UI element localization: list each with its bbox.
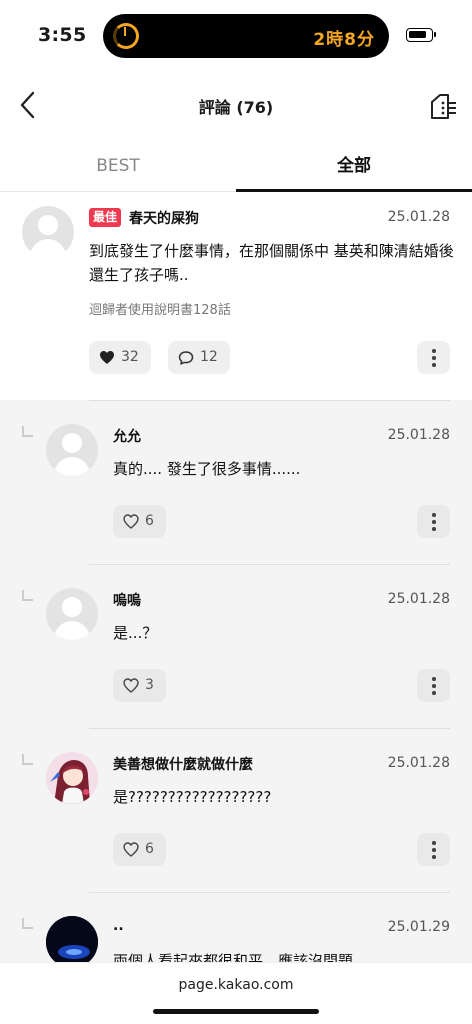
reply-item: .. 25.01.29 兩個人看起來都很和平，應該沒問題 <box>0 892 472 962</box>
divider <box>89 564 450 565</box>
episode-label[interactable]: 迴歸者使用說明書128話 <box>89 299 231 318</box>
avatar[interactable] <box>46 588 98 640</box>
reply-indicator-icon <box>22 754 33 765</box>
divider <box>89 728 450 729</box>
comment-tabs: BEST 全部 <box>0 144 472 192</box>
url-text: page.kakao.com <box>178 977 294 993</box>
speech-bubble-icon <box>178 350 194 365</box>
heart-icon <box>123 514 139 529</box>
timer-ring-icon <box>113 23 139 49</box>
home-indicator[interactable] <box>153 1009 319 1014</box>
top-header: 評論 (76) <box>0 80 472 130</box>
reply-indicator-icon <box>22 918 33 929</box>
comment-author[interactable]: .. <box>113 918 124 934</box>
like-count: 6 <box>145 841 154 857</box>
comment-text: 兩個人看起來都很和平，應該沒問題 <box>113 952 354 962</box>
avatar[interactable] <box>46 424 98 476</box>
battery-icon <box>406 28 436 42</box>
divider <box>89 400 450 401</box>
reply-item: 美善想做什麼就做什麼 25.01.28 是?????????????????? … <box>0 728 472 893</box>
reply-item: 嗚嗚 25.01.28 是...？ 3 <box>0 564 472 729</box>
dynamic-island[interactable]: 2時8分 <box>103 14 389 58</box>
comment-author[interactable]: 春天的屎狗 <box>129 208 199 228</box>
browser-url-bar[interactable]: page.kakao.com <box>0 962 472 1024</box>
comment-date: 25.01.29 <box>387 919 450 935</box>
comment-list-button[interactable] <box>428 90 460 122</box>
like-button[interactable]: 6 <box>113 505 166 538</box>
live-activity-text: 2時8分 <box>313 30 375 50</box>
reply-button[interactable]: 12 <box>168 341 230 374</box>
like-count: 3 <box>145 677 154 693</box>
comment-text: 到底發生了什麼事情，在那個關係中 基英和陳清結婚後還生了孩子嗎.. <box>89 242 454 284</box>
heart-icon <box>123 678 139 693</box>
comment-text: 是?????????????????? <box>113 788 272 806</box>
more-options-button[interactable] <box>417 669 450 702</box>
status-time: 3:55 <box>38 24 87 46</box>
best-badge: 最佳 <box>89 208 122 227</box>
comment-text: 真的.... 發生了很多事情...... <box>113 460 301 478</box>
comment-author[interactable]: 嗚嗚 <box>113 590 141 610</box>
reply-indicator-icon <box>22 426 33 437</box>
reply-item: 允允 25.01.28 真的.... 發生了很多事情...... 6 <box>0 400 472 565</box>
comment-list-icon <box>431 94 456 119</box>
like-count: 6 <box>145 513 154 529</box>
comment-date: 25.01.28 <box>387 427 450 443</box>
comment-author[interactable]: 美善想做什麼就做什麼 <box>113 754 253 774</box>
tab-best[interactable]: BEST <box>0 144 236 191</box>
avatar[interactable] <box>46 916 98 962</box>
like-count: 32 <box>121 349 139 365</box>
blue-glow-avatar-image <box>46 916 98 962</box>
like-button[interactable]: 32 <box>89 341 151 374</box>
status-bar: 3:55 2時8分 <box>0 0 472 70</box>
comment-date: 25.01.28 <box>387 591 450 607</box>
anime-avatar-image <box>46 752 98 804</box>
divider <box>89 892 450 893</box>
more-options-button[interactable] <box>417 505 450 538</box>
heart-icon <box>123 842 139 857</box>
heart-icon <box>100 351 114 364</box>
avatar[interactable] <box>46 752 98 804</box>
comment-author[interactable]: 允允 <box>113 426 141 446</box>
reply-count: 12 <box>200 349 218 365</box>
comment-text: 是...？ <box>113 624 158 642</box>
comment-item: 最佳 春天的屎狗 25.01.28 到底發生了什麼事情，在那個關係中 基英和陳清… <box>0 192 472 400</box>
comment-date: 25.01.28 <box>387 755 450 771</box>
replies-section: 允允 25.01.28 真的.... 發生了很多事情...... 6 嗚嗚 25… <box>0 400 472 962</box>
like-button[interactable]: 6 <box>113 833 166 866</box>
like-button[interactable]: 3 <box>113 669 166 702</box>
more-options-button[interactable] <box>417 833 450 866</box>
avatar[interactable] <box>22 206 74 258</box>
page-title: 評論 (76) <box>198 98 274 117</box>
tab-all[interactable]: 全部 <box>236 144 472 192</box>
reply-indicator-icon <box>22 590 33 601</box>
more-options-button[interactable] <box>417 341 450 374</box>
comment-date: 25.01.28 <box>387 209 450 225</box>
